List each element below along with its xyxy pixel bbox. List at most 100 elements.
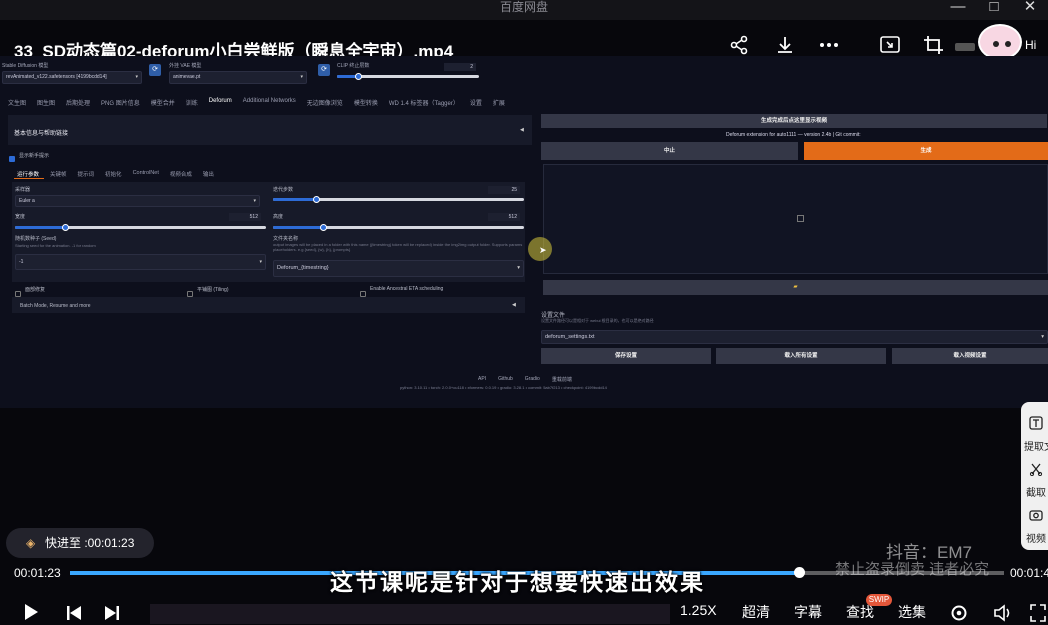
tab-model-convert[interactable]: 模型转换 (354, 98, 378, 107)
fullscreen-icon[interactable] (1030, 604, 1046, 625)
window-controls: — □ ✕ (940, 0, 1048, 20)
camera-icon[interactable] (1024, 508, 1048, 525)
play-icon[interactable] (23, 603, 39, 624)
next-icon[interactable] (104, 605, 120, 624)
cloud-status-icon (955, 43, 975, 51)
height-value[interactable]: 512 (488, 213, 520, 221)
clip-value[interactable]: 2 (444, 63, 476, 71)
footer-api-link[interactable]: API (478, 376, 486, 383)
subtab-run[interactable]: 运行参数 (17, 170, 39, 178)
subtab-active-indicator (14, 178, 44, 179)
text-extract-label[interactable]: 提取文 (1024, 438, 1048, 453)
steps-label: 迭代步数 (273, 187, 294, 193)
subtitle: 这节课呢是针对于想要快速出效果 (330, 569, 705, 595)
main-tabs: 文生图 图生图 后期处理 PNG 图片信息 模型合并 训练 Deforum Ad… (8, 98, 516, 107)
subtab-keyframes[interactable]: 关键帧 (50, 170, 67, 178)
footer-github-link[interactable]: Github (498, 376, 513, 383)
maximize-button[interactable]: □ (976, 0, 1012, 20)
crop-icon[interactable] (922, 35, 946, 57)
model-label: Stable Diffusion 模型 (2, 63, 49, 69)
footer-reload-link[interactable]: 重载前端 (552, 376, 572, 383)
version-text: Deforum extension for auto1111 — version… (726, 132, 861, 138)
captions-button[interactable]: 字幕 (794, 602, 822, 622)
height-slider[interactable] (273, 224, 524, 231)
refresh-model-icon[interactable]: ⟳ (149, 64, 161, 76)
show-video-button[interactable]: 生成完成后点这里显示视频 (541, 114, 1047, 128)
checkbox-checked-icon (9, 155, 15, 162)
image-placeholder-icon (797, 215, 804, 222)
interrupt-button[interactable]: 中止 (541, 142, 798, 160)
width-slider[interactable] (15, 224, 266, 231)
download-icon[interactable] (773, 35, 797, 57)
subtab-prompts[interactable]: 提示词 (78, 170, 95, 178)
webui-footer-versions: python: 3.10.11 • torch: 2.0.0+cu118 • x… (400, 385, 607, 390)
tab-additional-networks[interactable]: Additional Networks (243, 98, 296, 107)
tab-extras[interactable]: 后期处理 (66, 98, 90, 107)
tab-extensions[interactable]: 扩展 (493, 98, 505, 107)
progress-knob[interactable] (793, 567, 805, 578)
settings-icon[interactable] (950, 604, 968, 625)
tab-txt2img[interactable]: 文生图 (8, 98, 26, 107)
expand-icon[interactable]: ◀ (512, 302, 516, 308)
screenshot-icon[interactable] (1024, 462, 1048, 479)
output-gallery[interactable] (543, 164, 1048, 274)
info-accordion[interactable] (8, 115, 532, 145)
footer-gradio-link[interactable]: Gradio (525, 376, 540, 383)
sampler-select[interactable]: Euler a (15, 195, 260, 207)
quality-button[interactable]: 超清 (742, 602, 770, 622)
steps-slider[interactable] (273, 196, 524, 203)
tab-train[interactable]: 训练 (186, 98, 198, 107)
tab-deforum[interactable]: Deforum (209, 98, 232, 107)
pip-icon[interactable] (878, 35, 902, 57)
avatar[interactable] (978, 24, 1022, 60)
window-titlebar: 百度网盘 (0, 0, 1048, 20)
batch-name-label: 文件夹名称 (273, 236, 299, 242)
text-extract-icon[interactable] (1024, 416, 1048, 433)
batch-name-input[interactable]: Deforum_{timestring} (273, 260, 524, 277)
share-icon[interactable] (727, 35, 751, 57)
open-folder-button[interactable]: ▰ (543, 280, 1048, 295)
subtab-init[interactable]: 初始化 (105, 170, 122, 178)
close-button[interactable]: ✕ (1012, 0, 1048, 20)
total-time: 00:01:4 (1010, 566, 1048, 580)
deforum-sub-tabs: 运行参数 关键帧 提示词 初始化 ControlNet 视频合成 输出 (17, 170, 225, 178)
batch-name-hint: output images will be placed in a folder… (273, 242, 523, 252)
load-all-settings-button[interactable]: 载入所有设置 (716, 348, 886, 364)
prev-icon[interactable] (66, 605, 82, 624)
seed-label: 随机数种子 (Seed) (15, 236, 57, 242)
width-label: 宽度 (15, 214, 26, 220)
seed-hint: Starting seed for the animation. -1 for … (15, 243, 96, 248)
subtab-video[interactable]: 视频合成 (170, 170, 192, 178)
width-value[interactable]: 512 (229, 213, 261, 221)
steps-value[interactable]: 25 (488, 186, 520, 194)
tab-png-info[interactable]: PNG 图片信息 (101, 98, 140, 107)
generate-button[interactable]: 生成 (804, 142, 1048, 160)
tab-image-browser[interactable]: 无边图像浏览 (307, 98, 343, 107)
show-info-checkbox[interactable] (9, 150, 15, 168)
model-select[interactable]: revAnimated_v122.safetensors [4199bcdd14… (2, 71, 142, 84)
thumbnail-strip (150, 604, 670, 624)
volume-icon[interactable] (993, 604, 1013, 625)
minimize-button[interactable]: — (940, 0, 976, 20)
collapse-icon[interactable]: ◀ (520, 127, 524, 133)
speed-button[interactable]: 1.25X (680, 602, 717, 618)
vae-select[interactable]: animevae.pt (169, 71, 307, 84)
clip-slider[interactable] (337, 73, 479, 80)
refresh-vae-icon[interactable]: ⟳ (318, 64, 330, 76)
current-time: 00:01:23 (14, 566, 61, 580)
tab-tagger[interactable]: WD 1.4 标签器（Tagger） (389, 98, 459, 107)
save-settings-button[interactable]: 保存设置 (541, 348, 711, 364)
tab-merge[interactable]: 模型合并 (151, 98, 175, 107)
screenshot-label[interactable]: 截取 (1024, 484, 1048, 499)
tab-settings[interactable]: 设置 (470, 98, 482, 107)
load-video-settings-button[interactable]: 载入视频设置 (892, 348, 1048, 364)
playlist-button[interactable]: 选集 (898, 602, 926, 622)
subtab-controlnet[interactable]: ControlNet (133, 170, 159, 178)
subtab-output[interactable]: 输出 (203, 170, 214, 178)
more-icon[interactable] (817, 35, 841, 57)
settings-file-input[interactable]: deforum_settings.txt (541, 330, 1048, 344)
video-record-label[interactable]: 视频 (1024, 530, 1048, 545)
steps-slider-knob[interactable] (312, 196, 320, 203)
tab-img2img[interactable]: 图生图 (37, 98, 55, 107)
seed-input[interactable]: -1 (15, 254, 266, 270)
